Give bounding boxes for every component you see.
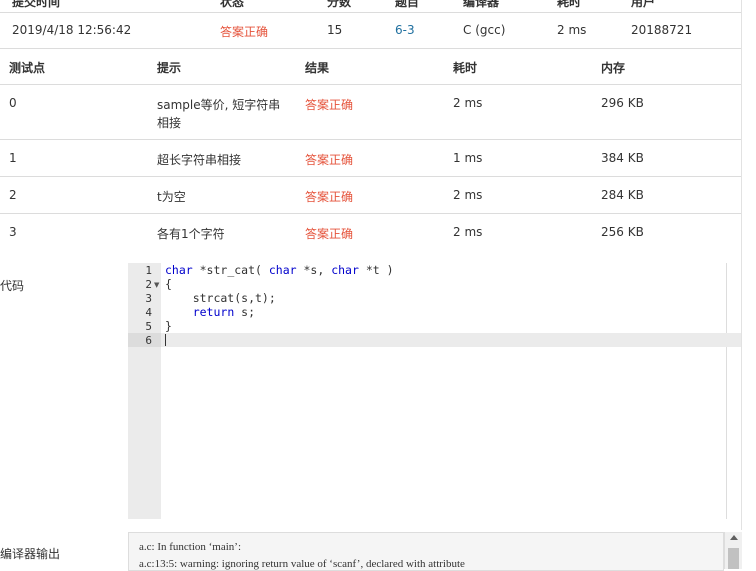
problem-link[interactable]: 6-3: [395, 23, 415, 37]
col-hint: 提示: [157, 61, 182, 75]
code-line-3: strcat(s,t);: [165, 291, 276, 305]
code-editor[interactable]: 1 2 ▼ 3 4 5 6 char *str_cat( char *s, ch…: [128, 263, 741, 519]
user-value: 20188721: [631, 23, 693, 37]
text-cursor: [165, 334, 166, 346]
testpoint-hint: 超长字符串相接: [157, 153, 242, 167]
line-number: 2: [145, 278, 152, 291]
testpoint-memory: 256 KB: [601, 225, 644, 239]
code-line-2: {: [165, 277, 172, 291]
testpoint-time: 2 ms: [453, 225, 483, 239]
header-submit-time: 提交时间: [12, 0, 61, 9]
active-line-highlight: [161, 333, 741, 347]
testpoint-hint: 各有1个字符: [157, 227, 225, 241]
status-badge: 答案正确: [220, 25, 269, 39]
header-status: 状态: [220, 0, 245, 9]
compiler-output-label: 编译器输出: [0, 547, 61, 561]
testpoint-result: 答案正确: [305, 98, 354, 112]
page-right-border: [741, 0, 742, 530]
score-value: 15: [327, 23, 343, 37]
table-row: 0 sample等价, 短字符串 相接 答案正确 2 ms 296 KB: [0, 85, 741, 140]
line-number: 1: [145, 264, 152, 277]
testpoint-memory: 384 KB: [601, 151, 644, 165]
submission-summary-row: 2019/4/18 12:56:42 答案正确 15 6-3 C (gcc) 2…: [0, 12, 741, 49]
line-number: 6: [145, 334, 152, 347]
scroll-up-arrow-icon[interactable]: [730, 535, 738, 540]
col-time: 耗时: [453, 61, 478, 75]
testpoint-memory: 296 KB: [601, 96, 644, 110]
compiler-line: a.c:13:5: warning: ignoring return value…: [139, 558, 465, 570]
table-row: 2 t为空 答案正确 2 ms 284 KB: [0, 177, 741, 214]
col-result: 结果: [305, 61, 330, 75]
header-runtime: 耗时: [557, 0, 582, 9]
testpoint-result: 答案正确: [305, 190, 354, 204]
testpoint-id: 1: [9, 151, 17, 165]
fold-arrow-icon[interactable]: ▼: [154, 281, 159, 289]
line-number: 5: [145, 320, 152, 333]
testpoint-result: 答案正确: [305, 227, 354, 241]
testpoint-result: 答案正确: [305, 153, 354, 167]
testpoint-time: 2 ms: [453, 188, 483, 202]
testpoints-header: 测试点 提示 结果 耗时 内存: [0, 48, 741, 85]
submit-time: 2019/4/18 12:56:42: [12, 23, 132, 37]
header-problem: 题目: [395, 0, 420, 9]
line-number: 4: [145, 306, 152, 319]
header-compiler: 编译器: [463, 0, 500, 9]
testpoint-id: 0: [9, 96, 17, 110]
testpoint-time: 1 ms: [453, 151, 483, 165]
testpoint-hint: sample等价, 短字符串: [157, 98, 281, 112]
runtime-value: 2 ms: [557, 23, 587, 37]
code-label: 代码: [0, 279, 25, 293]
testpoint-id: 3: [9, 225, 17, 239]
compiler-output-box[interactable]: a.c: In function ‘main’: a.c:13:5: warni…: [128, 532, 724, 571]
testpoint-hint-cont: 相接: [157, 116, 182, 130]
testpoint-hint: t为空: [157, 190, 186, 204]
testpoint-memory: 284 KB: [601, 188, 644, 202]
header-user: 用户: [631, 0, 656, 9]
code-line-1: char *str_cat( char *s, char *t ): [165, 263, 394, 277]
compiler-value: C (gcc): [463, 23, 506, 37]
col-testpoint: 测试点: [9, 61, 46, 75]
code-line-5: }: [165, 319, 172, 333]
table-row: 1 超长字符串相接 答案正确 1 ms 384 KB: [0, 140, 741, 177]
submission-detail-page: 提交时间 状态 分数 题目 编译器 耗时 用户 2019/4/18 12:56:…: [0, 0, 742, 571]
table-row: 3 各有1个字符 答案正确 2 ms 256 KB: [0, 214, 741, 250]
testpoint-time: 2 ms: [453, 96, 483, 110]
scrollbar-thumb[interactable]: [728, 548, 739, 569]
testpoint-id: 2: [9, 188, 17, 202]
code-line-4: return s;: [192, 305, 256, 319]
header-score: 分数: [327, 0, 352, 9]
col-memory: 内存: [601, 61, 626, 75]
compiler-line: a.c: In function ‘main’:: [139, 541, 242, 553]
compiler-scrollbar[interactable]: [724, 532, 742, 569]
summary-header: 提交时间 状态 分数 题目 编译器 耗时 用户: [0, 0, 741, 9]
line-number: 3: [145, 292, 152, 305]
